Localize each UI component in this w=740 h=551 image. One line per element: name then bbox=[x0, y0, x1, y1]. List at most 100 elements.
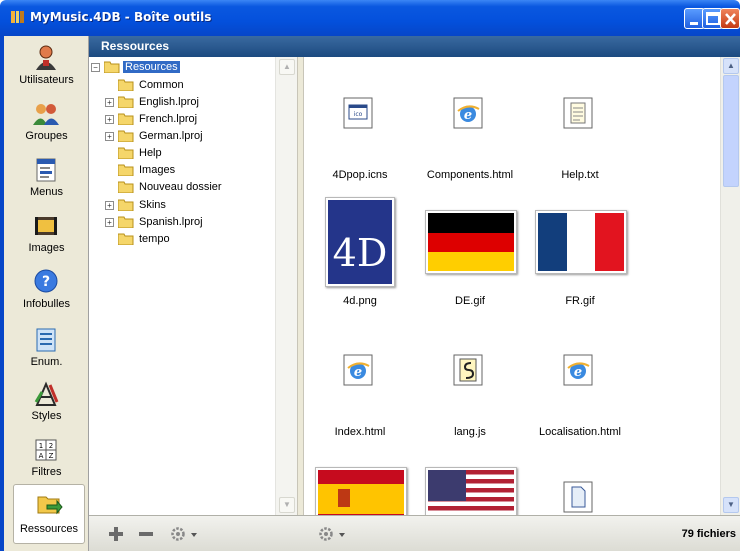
folder-open-icon bbox=[104, 61, 120, 73]
scroll-thumb[interactable] bbox=[723, 75, 739, 187]
sidebar-item-styles[interactable]: Styles bbox=[4, 376, 89, 432]
folder-icon bbox=[118, 233, 134, 245]
sidebar-item-label: Infobulles bbox=[22, 298, 71, 310]
tree-item[interactable]: + Spanish.lproj bbox=[105, 214, 205, 230]
tree-item-root[interactable]: − Resources bbox=[91, 59, 180, 75]
sidebar-item-label: Filtres bbox=[31, 466, 62, 478]
tree-item-label: Help bbox=[139, 147, 162, 159]
html-file-icon: e bbox=[563, 354, 593, 389]
svg-text:2: 2 bbox=[49, 442, 53, 450]
file-grid: ico 4Dpop.icns e Components.html Help.tx… bbox=[305, 57, 720, 515]
sidebar-item-filtres[interactable]: 1 2 A Z Filtres bbox=[4, 432, 89, 488]
collapse-icon[interactable]: − bbox=[91, 62, 100, 72]
remove-icon[interactable] bbox=[139, 527, 153, 541]
html-file-icon: e bbox=[343, 354, 373, 389]
folder-tree: − Resources Common + English.lproj + Fre… bbox=[89, 57, 299, 515]
files-scrollbar[interactable]: ▲ ▼ bbox=[720, 57, 740, 515]
tree-item-label: tempo bbox=[139, 233, 170, 245]
file-name: FR.gif bbox=[565, 295, 595, 307]
sidebar-item-label: Ressources bbox=[19, 523, 79, 535]
file-name: Help.txt bbox=[561, 169, 599, 181]
sidebar-item-groupes[interactable]: Groupes bbox=[4, 96, 89, 152]
tree-item[interactable]: Common bbox=[118, 77, 186, 93]
pane-splitter[interactable] bbox=[297, 57, 304, 515]
close-button[interactable] bbox=[720, 8, 740, 29]
sidebar-item-menus[interactable]: Menus bbox=[4, 152, 89, 208]
app-icon bbox=[11, 11, 24, 23]
tree-item[interactable]: Nouveau dossier bbox=[118, 179, 224, 195]
sidebar-item-label: Styles bbox=[31, 410, 62, 422]
svg-text:Z: Z bbox=[49, 452, 54, 460]
expand-icon[interactable]: + bbox=[105, 114, 114, 124]
folder-icon bbox=[118, 181, 134, 193]
tree-item[interactable]: Images bbox=[118, 162, 177, 178]
folder-icon bbox=[118, 164, 134, 176]
us-flag-icon bbox=[425, 467, 517, 515]
tree-item[interactable]: + German.lproj bbox=[105, 128, 205, 144]
folder-icon bbox=[118, 96, 134, 108]
sidebar-item-images[interactable]: Images bbox=[4, 208, 89, 264]
folder-icon bbox=[118, 130, 134, 142]
sidebar-item-label: Enum. bbox=[30, 356, 63, 368]
groups-icon bbox=[33, 104, 59, 125]
tooltip-icon: ? bbox=[34, 269, 58, 293]
expand-icon[interactable]: + bbox=[105, 217, 114, 227]
js-file-icon bbox=[453, 354, 483, 389]
folder-icon bbox=[118, 199, 134, 211]
file-count: 79 fichiers bbox=[681, 528, 736, 540]
folder-icon bbox=[118, 113, 134, 125]
sidebar-item-label: Groupes bbox=[25, 130, 68, 142]
svg-text:e: e bbox=[574, 365, 582, 380]
tree-item-label: French.lproj bbox=[139, 113, 198, 125]
menus-icon bbox=[36, 158, 56, 182]
document-file-icon bbox=[563, 481, 593, 515]
tree-item-label: Resources bbox=[123, 61, 180, 73]
folder-icon bbox=[118, 79, 134, 91]
scroll-down-icon[interactable]: ▼ bbox=[279, 497, 295, 513]
tree-item[interactable]: Help bbox=[118, 145, 164, 161]
files-settings-menu-icon[interactable] bbox=[319, 527, 351, 541]
sidebar-item-infobulles[interactable]: ? Infobulles bbox=[4, 264, 89, 320]
tree-item-label: Common bbox=[139, 79, 184, 91]
enum-icon bbox=[36, 328, 56, 352]
sidebar-item-ressources[interactable]: Ressources bbox=[13, 484, 85, 544]
sidebar-item-utilisateurs[interactable]: Utilisateurs bbox=[4, 40, 89, 96]
scroll-up-icon[interactable]: ▲ bbox=[723, 58, 739, 74]
settings-menu-icon[interactable] bbox=[171, 527, 203, 541]
expand-icon[interactable]: + bbox=[105, 97, 114, 107]
tree-item[interactable]: + English.lproj bbox=[105, 94, 201, 110]
icns-file-icon: ico bbox=[343, 97, 373, 132]
section-header: Ressources bbox=[89, 36, 740, 57]
add-icon[interactable] bbox=[109, 527, 123, 541]
svg-text:e: e bbox=[354, 365, 362, 380]
sidebar-item-label: Images bbox=[28, 242, 65, 254]
scroll-down-icon[interactable]: ▼ bbox=[723, 497, 739, 513]
expand-icon[interactable]: + bbox=[105, 200, 114, 210]
image-thumbnail: 4D bbox=[325, 197, 395, 287]
folder-icon bbox=[118, 216, 134, 228]
tree-item-label: German.lproj bbox=[139, 130, 203, 142]
svg-text:?: ? bbox=[42, 274, 50, 290]
filters-icon: 1 2 A Z bbox=[35, 439, 57, 461]
tool-sidebar: Utilisateurs Groupes Menus Images ? Info… bbox=[0, 36, 89, 551]
german-flag-icon bbox=[425, 210, 517, 274]
svg-text:A: A bbox=[39, 452, 44, 460]
sidebar-item-label: Menus bbox=[29, 186, 64, 198]
tree-scrollbar[interactable]: ▲ ▼ bbox=[275, 57, 297, 515]
tree-item-label: Nouveau dossier bbox=[139, 181, 222, 193]
tree-item[interactable]: tempo bbox=[118, 231, 172, 247]
tree-item[interactable]: + Skins bbox=[105, 197, 168, 213]
spanish-flag-icon bbox=[315, 467, 407, 515]
4d-logo-text: 4D bbox=[333, 231, 388, 275]
expand-icon[interactable]: + bbox=[105, 131, 114, 141]
sidebar-item-enum[interactable]: Enum. bbox=[4, 322, 89, 378]
french-flag-icon bbox=[535, 210, 627, 274]
folder-icon bbox=[118, 147, 134, 159]
tree-item-label: Skins bbox=[139, 199, 166, 211]
styles-icon bbox=[34, 381, 59, 406]
title-bar[interactable]: MyMusic.4DB - Boîte outils bbox=[0, 0, 740, 36]
tree-item[interactable]: + French.lproj bbox=[105, 111, 199, 127]
sidebar-item-label: Utilisateurs bbox=[19, 74, 74, 86]
scroll-up-icon[interactable]: ▲ bbox=[279, 59, 295, 75]
tree-item-label: Spanish.lproj bbox=[139, 216, 203, 228]
